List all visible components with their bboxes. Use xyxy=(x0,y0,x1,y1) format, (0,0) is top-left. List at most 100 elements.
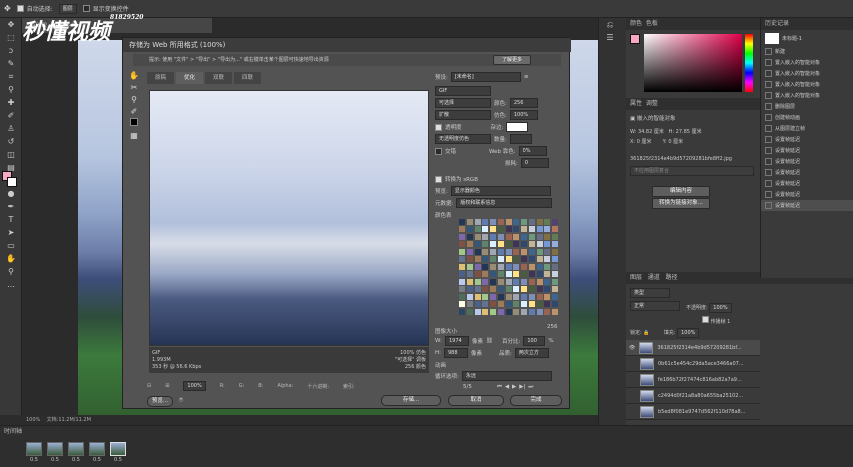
history-source-checkbox[interactable] xyxy=(765,125,772,132)
layer-row[interactable]: c2494d0f21a8a80a655ba25102... xyxy=(626,388,760,404)
auto-select-option[interactable]: 自动选择: xyxy=(16,4,53,13)
move-tool-icon[interactable]: ✥ xyxy=(1,19,21,31)
history-item[interactable]: 置入嵌入的智能对象 xyxy=(761,68,853,79)
eye-icon[interactable]: 👁 xyxy=(629,345,635,351)
lasso-tool-icon[interactable]: ↄ xyxy=(1,45,21,57)
tab-2-up[interactable]: 双联 xyxy=(205,72,233,84)
history-source-checkbox[interactable] xyxy=(765,114,772,121)
tab-adjustments[interactable]: 调整 xyxy=(646,100,658,107)
show-transform-checkbox[interactable] xyxy=(82,5,90,12)
preset-dropdown[interactable]: [未命名] xyxy=(450,72,521,82)
cancel-button[interactable]: 取消 xyxy=(448,395,504,406)
matte-color-dropdown[interactable] xyxy=(506,122,529,132)
dodge-tool-icon[interactable]: ● xyxy=(1,188,21,200)
show-transform-option[interactable]: 显示变换控件 xyxy=(82,4,129,13)
browser-icon[interactable]: ⌾ xyxy=(179,396,183,405)
zoom-minus-icon[interactable]: ⊟ xyxy=(147,383,151,389)
history-source-checkbox[interactable] xyxy=(765,191,772,198)
history-panel-icon[interactable]: ⎌ xyxy=(600,19,620,31)
eyedropper-color-swatch[interactable] xyxy=(127,118,141,130)
optimized-preview-image[interactable] xyxy=(149,90,429,346)
colors-dropdown[interactable]: 256 xyxy=(509,98,538,108)
frame-delay[interactable]: 0.5 xyxy=(114,457,122,463)
brush-tool-icon[interactable]: ✐ xyxy=(1,110,21,122)
timeline-frame[interactable]: 0.5 xyxy=(26,442,42,463)
tab-swatches[interactable]: 色板 xyxy=(646,20,658,27)
layer-row[interactable]: fe186b72f27474c816ab82a7a9... xyxy=(626,372,760,388)
eyedropper-tool-icon[interactable]: ✐ xyxy=(127,106,141,118)
dither-algorithm-dropdown[interactable]: 扩散 xyxy=(435,110,491,120)
convert-to-linked-button[interactable]: 转换为链接对象... xyxy=(652,198,710,209)
frame-delay[interactable]: 0.5 xyxy=(51,457,59,463)
history-source-checkbox[interactable] xyxy=(765,81,772,88)
frame-delay[interactable]: 0.5 xyxy=(93,457,101,463)
color-table[interactable] xyxy=(459,219,559,315)
type-tool-icon[interactable]: T xyxy=(1,214,21,226)
preview-button[interactable]: 预览... xyxy=(147,396,173,407)
layer-comp-dropdown[interactable]: 不应用图层复合 xyxy=(630,166,754,176)
history-item[interactable]: 设置帧延迟 xyxy=(761,200,853,211)
x-value[interactable]: 0 厘米 xyxy=(637,139,652,145)
layer-row[interactable]: b5ed8f081e9747d562f110d78a8... xyxy=(626,404,760,420)
zoom-tool-icon[interactable]: ⚲ xyxy=(127,94,141,106)
tab-original[interactable]: 原稿 xyxy=(147,72,175,84)
link-icon[interactable]: ⛓ xyxy=(486,338,493,344)
crop-tool-icon[interactable]: ⌗ xyxy=(1,71,21,83)
tab-color[interactable]: 颜色 xyxy=(630,20,642,27)
history-source-checkbox[interactable] xyxy=(765,70,772,77)
transparency-checkbox[interactable] xyxy=(435,123,442,131)
reduction-dropdown[interactable]: 可选择 xyxy=(435,98,491,108)
eyedropper-tool-icon[interactable]: ⚲ xyxy=(1,84,21,96)
history-item[interactable]: 设置帧延迟 xyxy=(761,134,853,145)
history-snapshot[interactable]: 未标题-1 xyxy=(761,30,853,46)
history-source-checkbox[interactable] xyxy=(765,59,772,66)
blend-mode-dropdown[interactable]: 正常 xyxy=(630,301,680,311)
frame-delay[interactable]: 0.5 xyxy=(72,457,80,463)
zoom-plus-icon[interactable]: ⊞ xyxy=(165,383,169,389)
web-snap-field[interactable]: 0% xyxy=(518,146,547,156)
eraser-tool-icon[interactable]: ◫ xyxy=(1,149,21,161)
slice-select-tool-icon[interactable]: ✂ xyxy=(127,82,141,94)
fg-color-swatch[interactable] xyxy=(630,34,640,44)
background-color-swatch[interactable] xyxy=(7,177,17,187)
y-value[interactable]: 0 厘米 xyxy=(668,139,683,145)
lossy-field[interactable]: 0 xyxy=(520,158,549,168)
tab-optimized[interactable]: 优化 xyxy=(176,72,204,84)
width-field[interactable]: 1974 xyxy=(444,336,469,346)
auto-select-dropdown[interactable]: 图层 xyxy=(58,3,77,14)
propagate-frame-checkbox[interactable] xyxy=(702,316,709,323)
history-item[interactable]: 创建帧动画 xyxy=(761,112,853,123)
path-select-tool-icon[interactable]: ➤ xyxy=(1,227,21,239)
history-item[interactable]: 设置帧延迟 xyxy=(761,145,853,156)
history-source-checkbox[interactable] xyxy=(765,103,772,110)
tab-properties[interactable]: 属性 xyxy=(630,100,642,107)
history-source-checkbox[interactable] xyxy=(765,136,772,143)
fill-field[interactable]: 100% xyxy=(677,328,700,338)
history-item[interactable]: 置入嵌入的智能对象 xyxy=(761,57,853,68)
lock-icon[interactable]: 🔒 xyxy=(643,330,649,336)
preview-dropdown[interactable]: 显示器颜色 xyxy=(450,186,551,196)
convert-srgb-checkbox[interactable] xyxy=(435,175,442,183)
properties-panel-icon[interactable]: ☰ xyxy=(600,32,620,44)
quick-select-tool-icon[interactable]: ✎ xyxy=(1,58,21,70)
hand-tool-icon[interactable]: ✋ xyxy=(1,253,21,265)
history-source-checkbox[interactable] xyxy=(765,180,772,187)
optimize-menu-icon[interactable]: ≡ xyxy=(524,74,529,80)
tab-layers[interactable]: 图层 xyxy=(630,274,642,281)
frame-delay[interactable]: 0.5 xyxy=(30,457,38,463)
toggle-slices-icon[interactable]: ▦ xyxy=(127,130,141,142)
history-source-checkbox[interactable] xyxy=(765,92,772,99)
hue-slider[interactable] xyxy=(745,34,753,92)
tab-paths[interactable]: 路径 xyxy=(666,274,678,281)
timeline-frame[interactable]: 0.5 xyxy=(89,442,105,463)
tab-channels[interactable]: 通道 xyxy=(648,274,660,281)
transparency-dither-dropdown[interactable]: 无透明度仿色 xyxy=(435,134,491,144)
more-tools-icon[interactable]: … xyxy=(1,279,21,291)
metadata-dropdown[interactable]: 版权和联系信息 xyxy=(456,198,553,208)
healing-tool-icon[interactable]: ✚ xyxy=(1,97,21,109)
quality-dropdown[interactable]: 两次立方 xyxy=(514,348,549,358)
stamp-tool-icon[interactable]: ♙ xyxy=(1,123,21,135)
width-value[interactable]: 34.82 厘米 xyxy=(638,129,664,135)
layer-row[interactable]: 👁 361825f2314e4b9d57209281bf... xyxy=(626,340,760,356)
tab-4-up[interactable]: 四联 xyxy=(234,72,262,84)
